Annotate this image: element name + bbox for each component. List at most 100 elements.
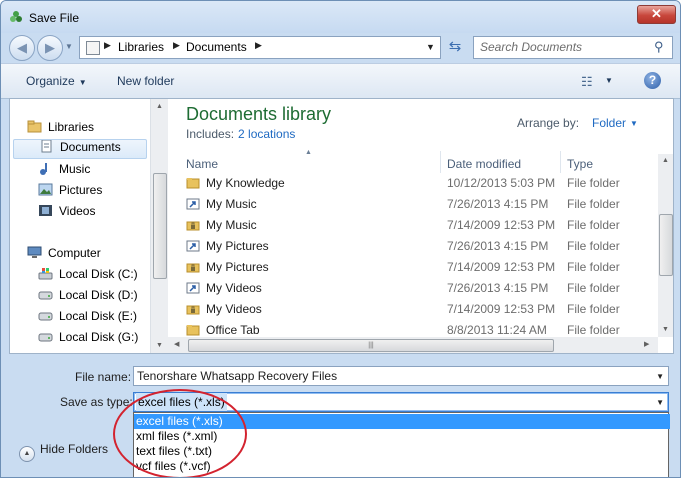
scrollbar-thumb[interactable]: ||| (188, 339, 554, 352)
address-dropdown-icon[interactable]: ▼ (426, 42, 435, 52)
refresh-button[interactable]: ⇆ (444, 36, 466, 57)
nav-item-local-disk-d[interactable]: Local Disk (D:) (38, 288, 138, 308)
nav-item-label: Local Disk (E:) (59, 309, 138, 323)
nav-item-label: Libraries (48, 120, 95, 134)
search-box[interactable]: ⚲ (473, 36, 673, 59)
column-header-name[interactable]: Name (186, 154, 218, 174)
scrollbar-thumb[interactable] (153, 173, 167, 279)
search-input[interactable] (480, 39, 650, 55)
close-button[interactable]: ✕ (637, 5, 676, 24)
address-box[interactable]: ▶ Libraries ▶ Documents ▶ ▼ (79, 36, 441, 59)
scroll-left-icon[interactable]: ◀ (174, 340, 179, 348)
chevron-down-icon[interactable]: ▼ (656, 368, 664, 386)
column-header-type[interactable]: Type (567, 154, 593, 174)
location-icon (86, 41, 100, 55)
nav-item-pictures[interactable]: Pictures (38, 183, 102, 203)
breadcrumb-arrow-icon[interactable]: ▶ (173, 40, 180, 51)
file-row[interactable]: My Videos 7/14/2009 12:53 PM File folder (186, 299, 662, 320)
file-type: File folder (567, 239, 620, 253)
file-name: My Videos (206, 302, 262, 316)
nav-item-documents[interactable]: Documents (13, 139, 147, 159)
back-arrow-icon: ◀ (17, 40, 27, 55)
locked-folder-icon (186, 221, 200, 231)
scroll-down-icon[interactable]: ▼ (156, 342, 163, 349)
breadcrumb-arrow-icon[interactable]: ▶ (104, 40, 111, 51)
file-list-scrollbar[interactable]: ▲ ▼ (658, 154, 673, 337)
shortcut-folder-icon (186, 282, 200, 294)
file-name-value[interactable]: Tenorshare Whatsapp Recovery Files (137, 367, 337, 385)
file-name-field[interactable]: Tenorshare Whatsapp Recovery Files ▼ (133, 366, 669, 386)
back-button[interactable]: ◀ (9, 35, 35, 61)
breadcrumb-documents[interactable]: Documents (186, 40, 247, 54)
drive-icon (38, 333, 53, 342)
nav-item-label: Local Disk (G:) (59, 330, 139, 344)
file-row[interactable]: My Videos 7/26/2013 4:15 PM File folder (186, 278, 662, 299)
view-options-icon[interactable]: ☷ (581, 74, 593, 90)
new-folder-button[interactable]: New folder (117, 74, 174, 88)
nav-item-label: Local Disk (C:) (59, 267, 138, 281)
library-includes: Includes: 2 locations (186, 127, 295, 141)
nav-item-local-disk-g[interactable]: Local Disk (G:) (38, 330, 138, 350)
file-row[interactable]: Office Tab 8/8/2013 11:24 AM File folder (186, 320, 662, 337)
file-type: File folder (567, 176, 620, 190)
nav-item-local-disk-e[interactable]: Local Disk (E:) (38, 309, 137, 329)
file-name: My Pictures (206, 239, 269, 253)
nav-item-label: Computer (48, 246, 101, 260)
column-divider[interactable] (560, 151, 561, 173)
file-name: My Pictures (206, 260, 269, 274)
scroll-down-icon[interactable]: ▼ (662, 326, 669, 333)
sort-ascending-icon: ▲ (305, 149, 312, 156)
breadcrumb-arrow-icon[interactable]: ▶ (255, 40, 262, 51)
browser-area: Libraries Documents Music Pictures Video… (9, 98, 674, 354)
chevron-down-icon[interactable]: ▼ (605, 76, 613, 85)
organize-label: Organize (26, 74, 75, 88)
file-list-horizontal-scrollbar[interactable]: ◀ ||| ▶ (168, 337, 658, 353)
scroll-up-icon[interactable]: ▲ (156, 103, 163, 110)
file-row[interactable]: My Knowledge 10/12/2013 5:03 PM File fol… (186, 173, 662, 194)
nav-item-label: Videos (59, 204, 96, 218)
help-icon[interactable]: ? (644, 72, 661, 89)
locations-link[interactable]: 2 locations (238, 127, 295, 141)
nav-pane-scrollbar[interactable]: ▲ ▼ (150, 99, 168, 353)
file-name: My Knowledge (206, 176, 285, 190)
nav-item-music[interactable]: Music (38, 162, 90, 182)
file-row[interactable]: My Music 7/26/2013 4:15 PM File folder (186, 194, 662, 215)
folder-icon (186, 325, 200, 336)
includes-label: Includes: (186, 127, 235, 141)
nav-item-label: Documents (60, 140, 121, 154)
file-type: File folder (567, 218, 620, 232)
file-row[interactable]: My Music 7/14/2009 12:53 PM File folder (186, 215, 662, 236)
nav-item-videos[interactable]: Videos (38, 204, 95, 224)
file-date: 7/26/2013 4:15 PM (447, 197, 549, 211)
file-row[interactable]: My Pictures 7/26/2013 4:15 PM File folde… (186, 236, 662, 257)
file-name-label: File name: (75, 370, 132, 384)
scroll-right-icon[interactable]: ▶ (644, 340, 649, 348)
scroll-up-icon[interactable]: ▲ (662, 157, 669, 164)
file-type: File folder (567, 302, 620, 316)
nav-item-computer[interactable]: Computer (27, 246, 101, 266)
nav-item-libraries[interactable]: Libraries (27, 120, 94, 140)
collapse-icon: ▲ (19, 446, 35, 462)
organize-button[interactable]: Organize ▼ (26, 74, 87, 88)
title-bar[interactable]: Save File ✕ (1, 1, 680, 33)
chevron-down-icon[interactable]: ▼ (630, 119, 638, 128)
search-icon[interactable]: ⚲ (654, 39, 664, 55)
save-as-type-label: Save as type: (60, 395, 133, 409)
file-row[interactable]: My Pictures 7/14/2009 12:53 PM File fold… (186, 257, 662, 278)
file-type: File folder (567, 323, 620, 337)
computer-icon (27, 246, 42, 258)
column-divider[interactable] (440, 151, 441, 173)
nav-item-local-disk-c[interactable]: Local Disk (C:) (38, 267, 138, 287)
column-header-date-modified[interactable]: Date modified (447, 154, 521, 174)
highlight-annotation (113, 389, 247, 477)
file-type: File folder (567, 197, 620, 211)
breadcrumb-libraries[interactable]: Libraries (118, 40, 164, 54)
chevron-down-icon[interactable]: ▼ (656, 394, 664, 412)
arrange-by-dropdown[interactable]: Folder (592, 116, 626, 130)
nav-item-label: Music (59, 162, 91, 176)
scrollbar-thumb[interactable] (659, 214, 673, 276)
hide-folders-button[interactable]: ▲ Hide Folders (19, 442, 108, 462)
nav-item-label: Local Disk (D:) (59, 288, 138, 302)
forward-button[interactable]: ▶ (37, 35, 63, 61)
recent-locations-icon[interactable]: ▼ (65, 42, 73, 51)
